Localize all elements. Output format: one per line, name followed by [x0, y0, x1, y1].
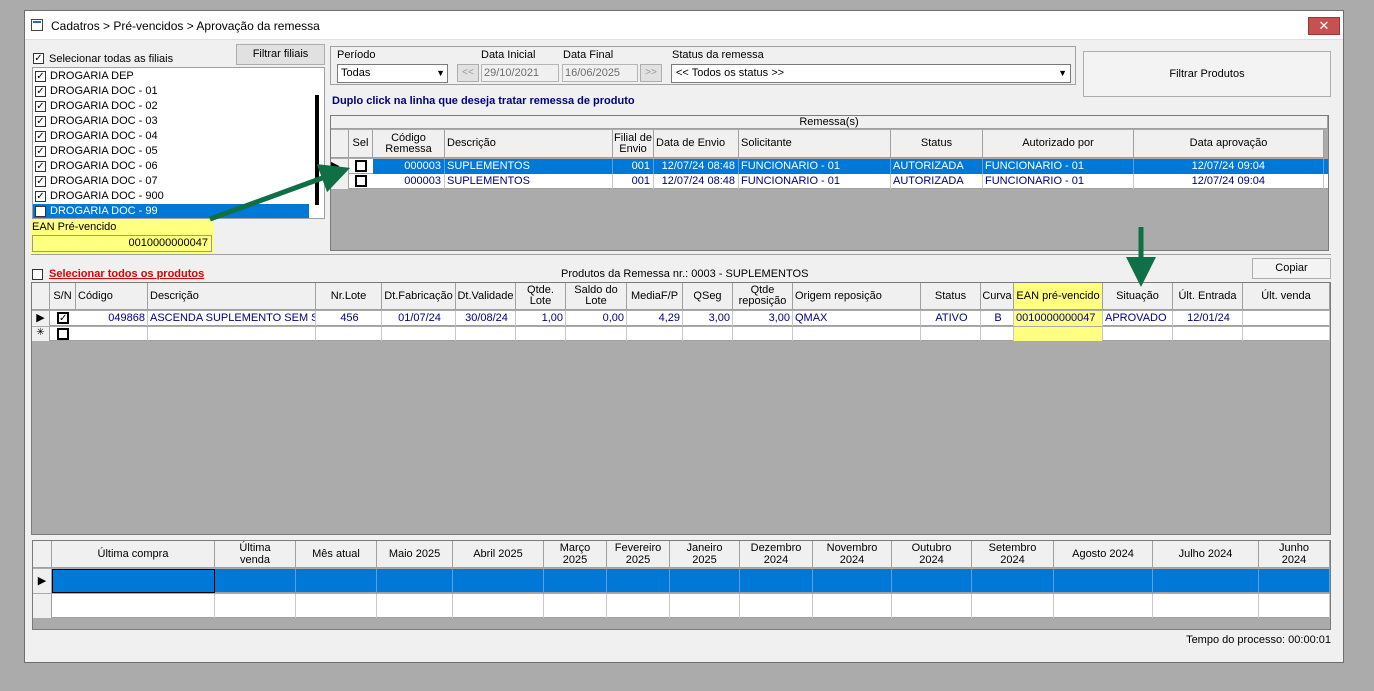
annotation-arrows — [209, 164, 1156, 287]
arrow-to-sel-checkbox — [209, 164, 351, 222]
